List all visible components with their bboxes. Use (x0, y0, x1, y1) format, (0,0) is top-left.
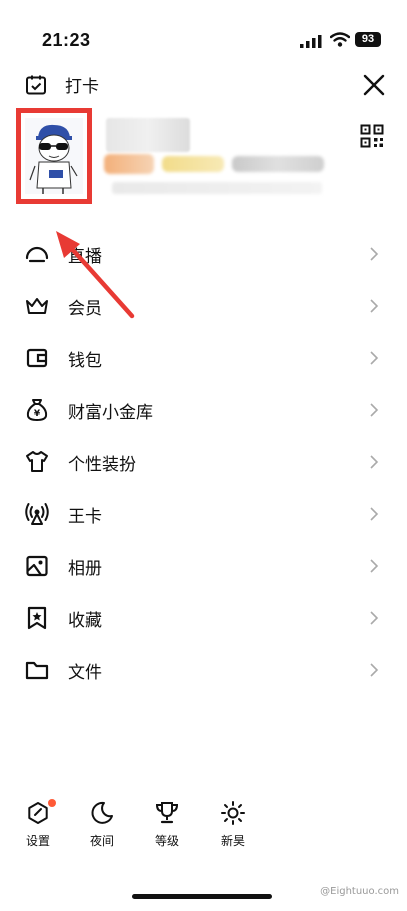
menu-item-label: 王卡 (68, 506, 102, 527)
toolbar-label: 新昊 (220, 834, 245, 848)
watermark-text: @Eightuuo.com (320, 886, 399, 897)
drawer-header: 打卡 (0, 66, 407, 106)
live-icon (25, 246, 49, 263)
profile-section (0, 108, 407, 208)
menu-item-live[interactable]: 直播 (0, 228, 407, 280)
trophy-icon (155, 802, 179, 824)
menu-item-label: 个性装扮 (68, 454, 136, 475)
checkin-label: 打卡 (65, 77, 99, 97)
chevron-right-icon (370, 403, 379, 417)
tshirt-icon (26, 451, 48, 472)
checkin-button[interactable]: 打卡 (24, 72, 99, 97)
blurred-username (106, 118, 190, 152)
menu-item-label: 文件 (68, 662, 102, 683)
blurred-signature (112, 182, 322, 194)
settings-icon (28, 802, 48, 824)
level-button[interactable]: 等级 (142, 800, 192, 849)
annotation-highlight-box (16, 108, 92, 204)
menu-item-label: 财富小金库 (68, 402, 153, 423)
menu-item-label: 会员 (68, 298, 102, 319)
chevron-right-icon (370, 559, 379, 573)
chevron-right-icon (370, 247, 379, 261)
menu-item-personalize[interactable]: 个性装扮 (0, 436, 407, 488)
drawer-menu: 直播 会员 钱包 ¥ 财富小金库 个性装扮 王卡 相册 收藏 文件 (0, 228, 407, 696)
menu-item-wallet[interactable]: 钱包 (0, 332, 407, 384)
menu-item-label: 收藏 (68, 610, 102, 631)
menu-item-membership[interactable]: 会员 (0, 280, 407, 332)
folder-icon (25, 661, 49, 680)
menu-item-album[interactable]: 相册 (0, 540, 407, 592)
battery-indicator: 93 (355, 32, 381, 47)
chevron-right-icon (370, 299, 379, 313)
menu-item-label: 直播 (68, 246, 102, 267)
blurred-badges (104, 154, 324, 176)
chevron-right-icon (370, 663, 379, 677)
settings-button[interactable]: 设置 (13, 799, 63, 849)
wallet-icon (26, 348, 48, 368)
chevron-right-icon (370, 611, 379, 625)
chevron-right-icon (370, 351, 379, 365)
menu-item-files[interactable]: 文件 (0, 644, 407, 696)
money-bag-icon: ¥ (26, 399, 48, 422)
toolbar-label: 等级 (154, 834, 179, 848)
menu-item-label: 相册 (68, 558, 102, 579)
chevron-right-icon (370, 507, 379, 521)
weather-button[interactable]: 新昊 (208, 800, 258, 849)
wifi-icon (330, 32, 350, 47)
crown-icon (26, 298, 48, 314)
night-mode-button[interactable]: 夜间 (77, 800, 127, 849)
menu-item-favorites[interactable]: 收藏 (0, 592, 407, 644)
moon-icon (91, 801, 113, 824)
menu-item-label: 钱包 (68, 350, 102, 371)
toolbar-label: 夜间 (89, 834, 114, 848)
signal-card-icon (25, 503, 49, 525)
notification-dot (48, 799, 56, 807)
svg-text:¥: ¥ (34, 409, 41, 419)
menu-item-treasury[interactable]: ¥ 财富小金库 (0, 384, 407, 436)
close-icon[interactable] (363, 74, 385, 96)
home-indicator[interactable] (132, 894, 272, 899)
menu-item-king-card[interactable]: 王卡 (0, 488, 407, 540)
album-icon (26, 555, 48, 577)
status-time: 21:23 (42, 30, 91, 50)
qr-code-icon[interactable] (360, 124, 384, 148)
bottom-toolbar: 设置 夜间 等级 新昊 (0, 799, 407, 860)
cellular-signal-icon (300, 35, 322, 48)
status-bar: 21:23 93 (0, 0, 407, 60)
sun-icon (221, 801, 245, 825)
chevron-right-icon (370, 455, 379, 469)
calendar-check-icon (26, 75, 46, 94)
toolbar-label: 设置 (25, 834, 50, 848)
bookmark-icon (27, 606, 47, 630)
